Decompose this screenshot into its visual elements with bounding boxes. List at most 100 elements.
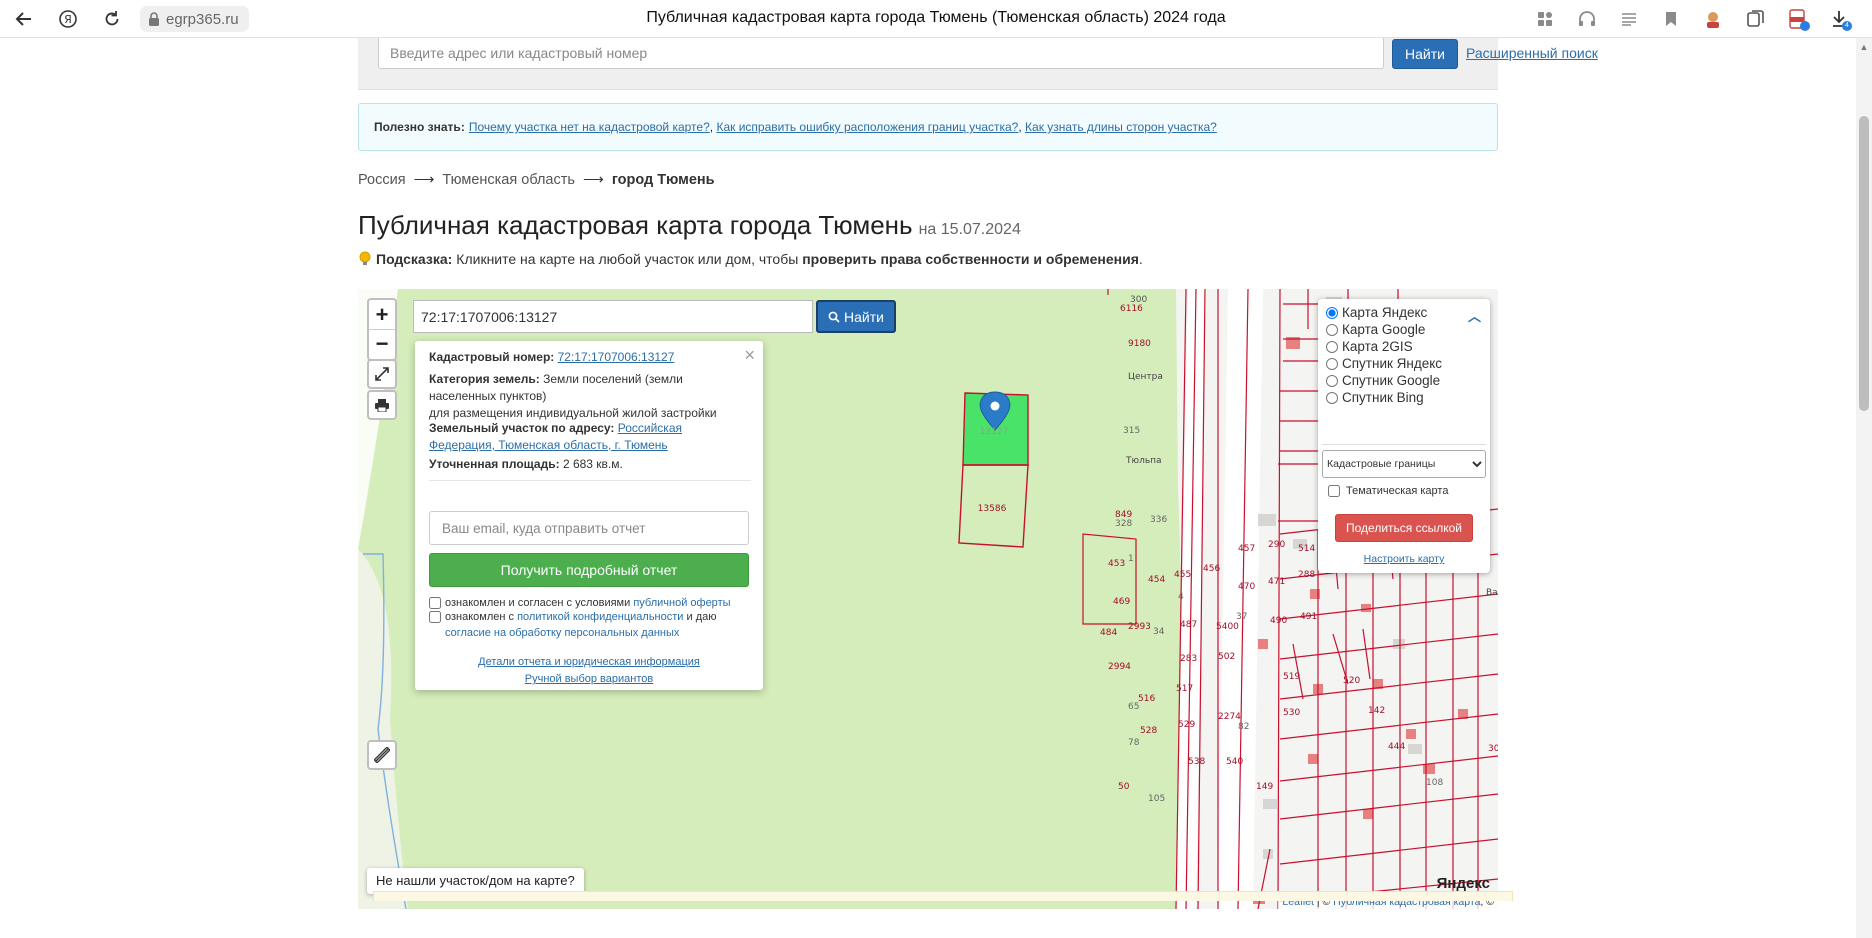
- breadcrumb-tyumen-region[interactable]: Тюменская область: [442, 172, 575, 188]
- layer-option-label: Спутник Google: [1342, 373, 1441, 388]
- layer-radio[interactable]: [1326, 357, 1338, 370]
- offer-consent-checkbox[interactable]: [429, 597, 441, 609]
- parcel-label: Тюльпа: [1125, 456, 1162, 466]
- parcel-label: 444: [1388, 742, 1405, 752]
- public-offer-link[interactable]: публичной оферты: [633, 597, 730, 609]
- map-find-button[interactable]: Найти: [816, 300, 896, 333]
- fullscreen-button[interactable]: [367, 359, 397, 389]
- page-scrollbar[interactable]: ▲: [1856, 38, 1872, 938]
- thematic-map-checkbox[interactable]: [1328, 485, 1340, 497]
- cadastral-map[interactable]: 13127 13586 300 6116 9180 Центра 315 Тюл…: [358, 289, 1498, 909]
- page-date: на 15.07.2024: [918, 221, 1021, 238]
- parcel-label: 529: [1178, 720, 1195, 730]
- layer-option-yandex-satellite[interactable]: Спутник Яндекс: [1326, 356, 1442, 371]
- parcel-label: 302: [1488, 744, 1498, 754]
- parcel-label: 283: [1180, 654, 1197, 664]
- parcel-label: 290: [1268, 540, 1285, 550]
- reload-icon[interactable]: [98, 5, 126, 33]
- parcel-label: 470: [1238, 582, 1255, 592]
- layer-option-yandex-map[interactable]: Карта Яндекс: [1326, 305, 1427, 320]
- area-label: Уточненная площадь:: [429, 457, 560, 471]
- share-link-button[interactable]: Поделиться ссылкой: [1335, 514, 1473, 542]
- bookmark-icon[interactable]: [1658, 6, 1684, 32]
- parcel-label: 453: [1108, 559, 1125, 569]
- info-link-missing-parcel[interactable]: Почему участка нет на кадастровой карте?: [469, 120, 710, 134]
- layer-option-label: Карта Яндекс: [1342, 305, 1428, 320]
- info-link-fix-borders[interactable]: Как исправить ошибку расположения границ…: [716, 120, 1018, 134]
- parcel-label: 5400: [1216, 622, 1239, 632]
- personal-data-consent-link[interactable]: согласие на обработку персональных данны…: [445, 627, 679, 639]
- parcel-label: 491: [1300, 612, 1317, 622]
- map-layers-panel: ︿ Карта Яндекс Карта Google Карта 2GIS С…: [1318, 299, 1490, 573]
- parcel-label: 37: [1236, 612, 1247, 622]
- print-button[interactable]: [367, 390, 397, 420]
- yandex-logo: Яндекс: [1436, 875, 1490, 892]
- lock-icon: [149, 12, 159, 26]
- manual-selection-link[interactable]: Ручной выбор вариантов: [525, 673, 653, 685]
- parcel-label: 2994: [1108, 662, 1131, 672]
- layer-radio[interactable]: [1326, 323, 1338, 336]
- parcel-label: 34: [1153, 627, 1165, 637]
- get-report-button[interactable]: Получить подробный отчет: [429, 553, 749, 587]
- parcel-label: 454: [1148, 575, 1165, 585]
- scroll-thumb[interactable]: [1859, 116, 1869, 411]
- ruler-button[interactable]: [367, 740, 397, 770]
- parcel-label: 520: [1343, 676, 1360, 686]
- downloads-badge: 4: [1842, 21, 1852, 31]
- privacy-policy-link[interactable]: политикой конфиденциальности: [517, 611, 683, 623]
- pdf-extension-icon[interactable]: [1784, 6, 1810, 32]
- privacy-consent-text: ознакомлен с: [445, 611, 515, 623]
- advanced-search-link[interactable]: Расширенный поиск: [1466, 45, 1598, 61]
- privacy-consent[interactable]: ознакомлен с политикой конфиденциальност…: [429, 609, 717, 641]
- layer-radio[interactable]: [1326, 374, 1338, 387]
- layer-option-google-satellite[interactable]: Спутник Google: [1326, 373, 1440, 388]
- back-arrow-icon[interactable]: [10, 5, 38, 33]
- parcel-label: 1: [1128, 554, 1134, 564]
- collections-icon[interactable]: [1742, 6, 1768, 32]
- map-cadastral-input[interactable]: [413, 300, 813, 333]
- configure-map-link[interactable]: Настроить карту: [1318, 553, 1490, 565]
- yandex-icon[interactable]: Я: [54, 5, 82, 33]
- address-label: Земельный участок по адресу:: [429, 421, 615, 435]
- search-button[interactable]: Найти: [1392, 39, 1458, 69]
- breadcrumb-russia[interactable]: Россия: [358, 172, 406, 188]
- parcel-label: 514: [1298, 544, 1315, 554]
- tab-title: Публичная кадастровая карта города Тюмен…: [646, 9, 1226, 26]
- cadastral-number-link[interactable]: 72:17:1707006:13127: [558, 350, 675, 364]
- hint-bold: проверить права собственности и обремене…: [802, 251, 1139, 267]
- apps-icon[interactable]: [1532, 6, 1558, 32]
- address-search-input[interactable]: [378, 38, 1384, 69]
- overlay-select[interactable]: Кадастровые границы: [1322, 450, 1486, 478]
- zoom-out-button[interactable]: −: [369, 329, 395, 358]
- hint-line: Подсказка: Кликните на карте на любой уч…: [358, 251, 1143, 267]
- extension-avatar-icon[interactable]: [1700, 6, 1726, 32]
- parcel-label-13586: 13586: [978, 504, 1007, 514]
- downloads-icon[interactable]: 4: [1826, 6, 1852, 32]
- parcel-label: 82: [1238, 722, 1249, 732]
- layer-option-bing-satellite[interactable]: Спутник Bing: [1326, 390, 1424, 405]
- parcel-label: 78: [1128, 738, 1140, 748]
- layer-option-google-map[interactable]: Карта Google: [1326, 322, 1425, 337]
- privacy-consent-checkbox[interactable]: [429, 611, 441, 623]
- hint-label: Подсказка:: [376, 251, 453, 267]
- parcel-label: 538: [1188, 757, 1205, 767]
- scroll-up-icon[interactable]: ▲: [1859, 42, 1869, 52]
- address-bar[interactable]: egrp365.ru: [140, 6, 249, 32]
- layer-radio[interactable]: [1326, 306, 1338, 319]
- layer-radio[interactable]: [1326, 391, 1338, 404]
- email-field[interactable]: [429, 511, 749, 545]
- parcel-label: 469: [1113, 597, 1130, 607]
- headphones-icon[interactable]: [1574, 6, 1600, 32]
- parcel-label: 105: [1148, 794, 1165, 804]
- thematic-map-toggle[interactable]: Тематическая карта: [1328, 485, 1448, 497]
- parcel-label: 315: [1123, 426, 1140, 436]
- layer-radio[interactable]: [1326, 340, 1338, 353]
- reader-icon[interactable]: [1616, 6, 1642, 32]
- parcel-label: 490: [1270, 616, 1287, 626]
- zoom-in-button[interactable]: +: [369, 300, 395, 329]
- chevron-up-icon[interactable]: ︿: [1468, 306, 1481, 325]
- report-details-link[interactable]: Детали отчета и юридическая информация: [478, 656, 700, 668]
- info-link-side-lengths[interactable]: Как узнать длины сторон участка?: [1025, 120, 1217, 134]
- parcel-label: 4: [1178, 592, 1184, 602]
- layer-option-2gis-map[interactable]: Карта 2GIS: [1326, 339, 1413, 354]
